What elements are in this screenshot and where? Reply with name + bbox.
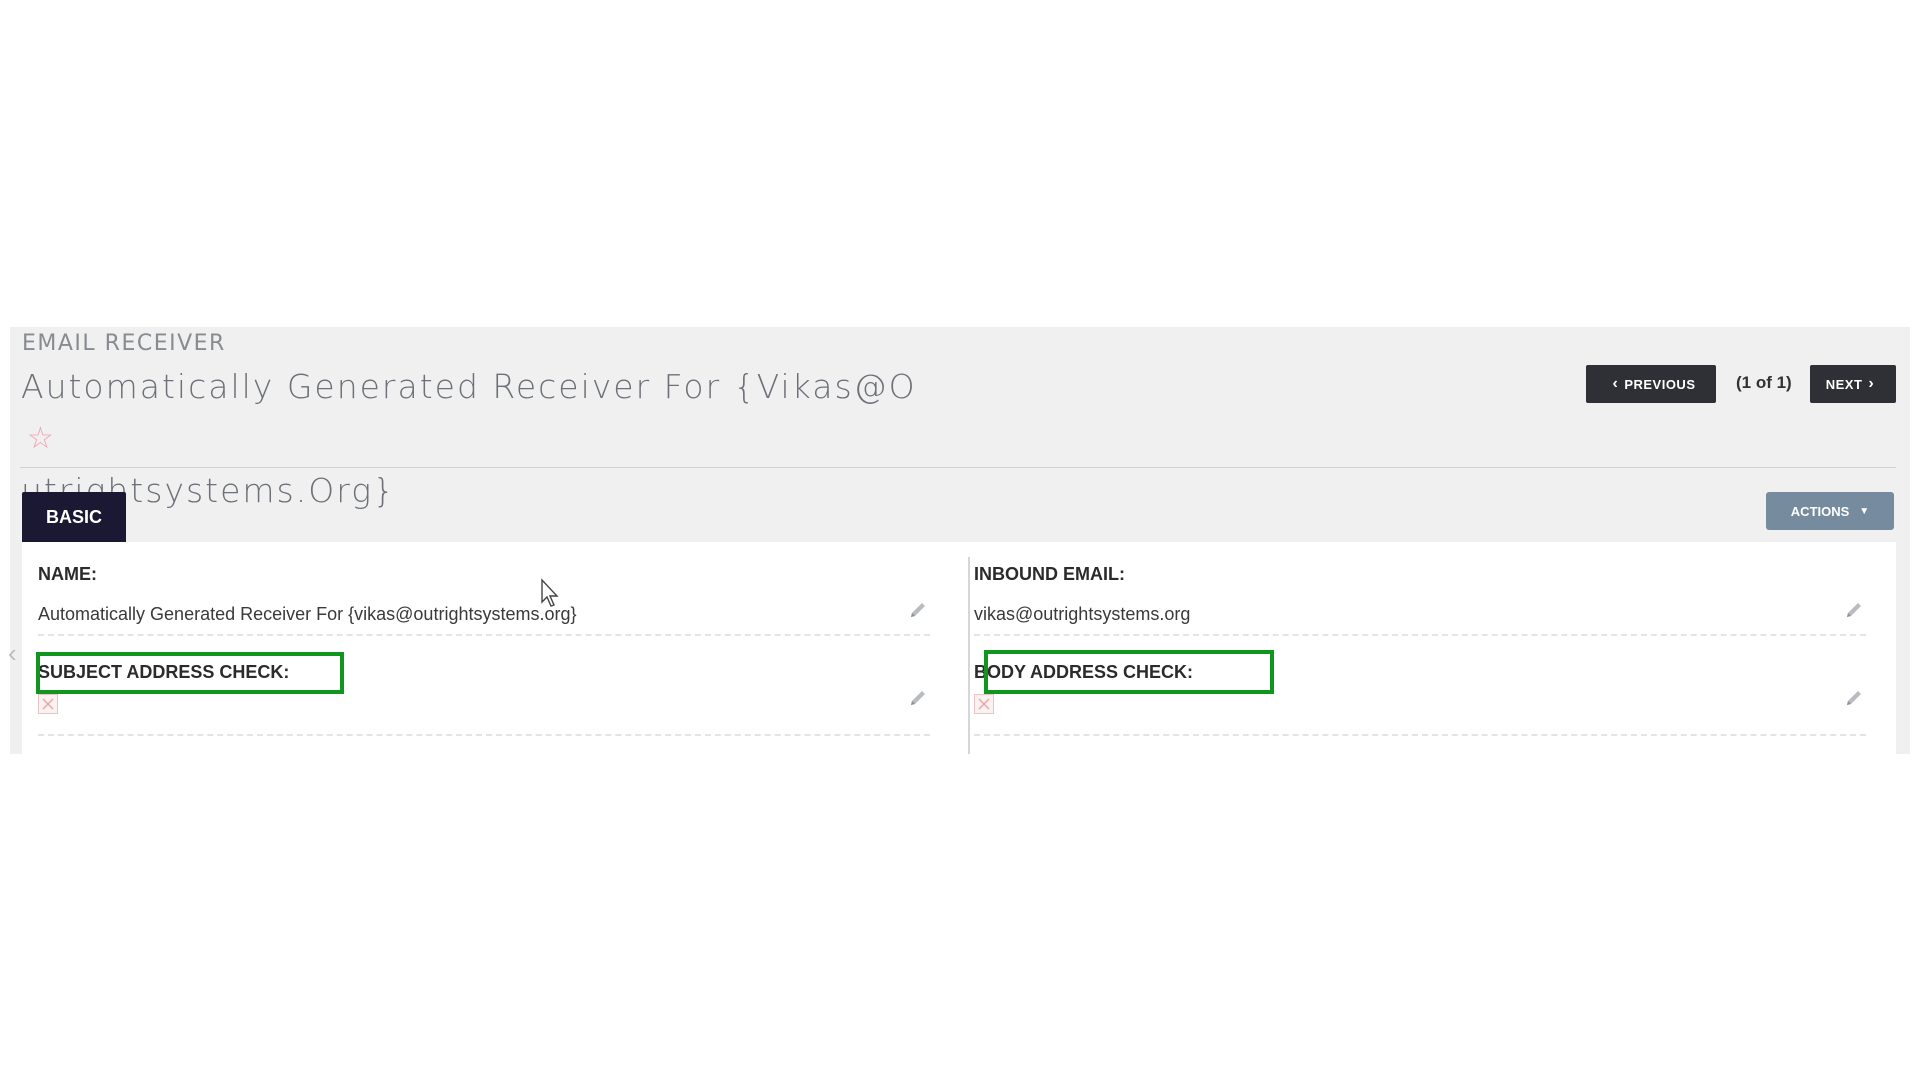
unchecked-checkbox-icon — [974, 694, 994, 714]
chevron-right-icon: › — [1868, 375, 1875, 392]
star-icon[interactable]: ☆ — [27, 413, 56, 465]
module-label: EMAIL RECEIVER — [22, 331, 226, 356]
caret-down-icon: ▼ — [1859, 505, 1870, 517]
title-divider — [20, 467, 1896, 468]
unchecked-checkbox-icon — [38, 694, 58, 714]
next-button-label: NEXT — [1825, 376, 1863, 392]
field-divider — [38, 734, 930, 736]
record-title: Automatically Generated Receiver For {Vi… — [21, 361, 941, 517]
pencil-icon[interactable] — [908, 688, 928, 708]
field-divider — [974, 734, 1866, 736]
chevron-left-icon: ‹ — [1612, 375, 1619, 392]
pencil-icon[interactable] — [1844, 600, 1864, 620]
field-divider — [974, 634, 1866, 636]
field-name: NAME: Automatically Generated Receiver F… — [30, 542, 950, 636]
mouse-cursor-icon — [541, 578, 559, 607]
tab-basic[interactable]: BASIC — [22, 492, 126, 542]
actions-button[interactable]: ACTIONS ▼ — [1766, 492, 1894, 530]
previous-button[interactable]: ‹ PREVIOUS — [1586, 365, 1716, 403]
highlight-box-body-address-check — [984, 650, 1274, 694]
record-title-line1: Automatically Generated Receiver For {Vi… — [21, 367, 917, 406]
pencil-icon[interactable] — [1844, 688, 1864, 708]
highlight-box-subject-address-check — [36, 652, 344, 694]
field-name-value: Automatically Generated Receiver For {vi… — [38, 604, 577, 624]
field-inbound-email-label: INBOUND EMAIL: — [974, 564, 1125, 584]
actions-button-label: ACTIONS — [1790, 503, 1850, 519]
x-mark-icon — [978, 698, 990, 710]
detail-view-panel: EMAIL RECEIVER Automatically Generated R… — [10, 327, 1910, 754]
basic-tab-content: NAME: Automatically Generated Receiver F… — [22, 542, 1896, 754]
field-inbound-email-value: vikas@outrightsystems.org — [974, 604, 1191, 624]
x-mark-icon — [42, 698, 54, 710]
pencil-icon[interactable] — [908, 600, 928, 620]
next-button[interactable]: NEXT › — [1810, 365, 1896, 403]
field-name-label: NAME: — [38, 564, 97, 584]
pager-count: (1 of 1) — [1736, 373, 1792, 392]
collapse-handle-icon[interactable]: ‹ — [8, 640, 17, 680]
field-inbound-email: INBOUND EMAIL: vikas@outrightsystems.org — [966, 542, 1886, 636]
field-divider — [38, 634, 930, 636]
previous-button-label: PREVIOUS — [1624, 376, 1696, 392]
